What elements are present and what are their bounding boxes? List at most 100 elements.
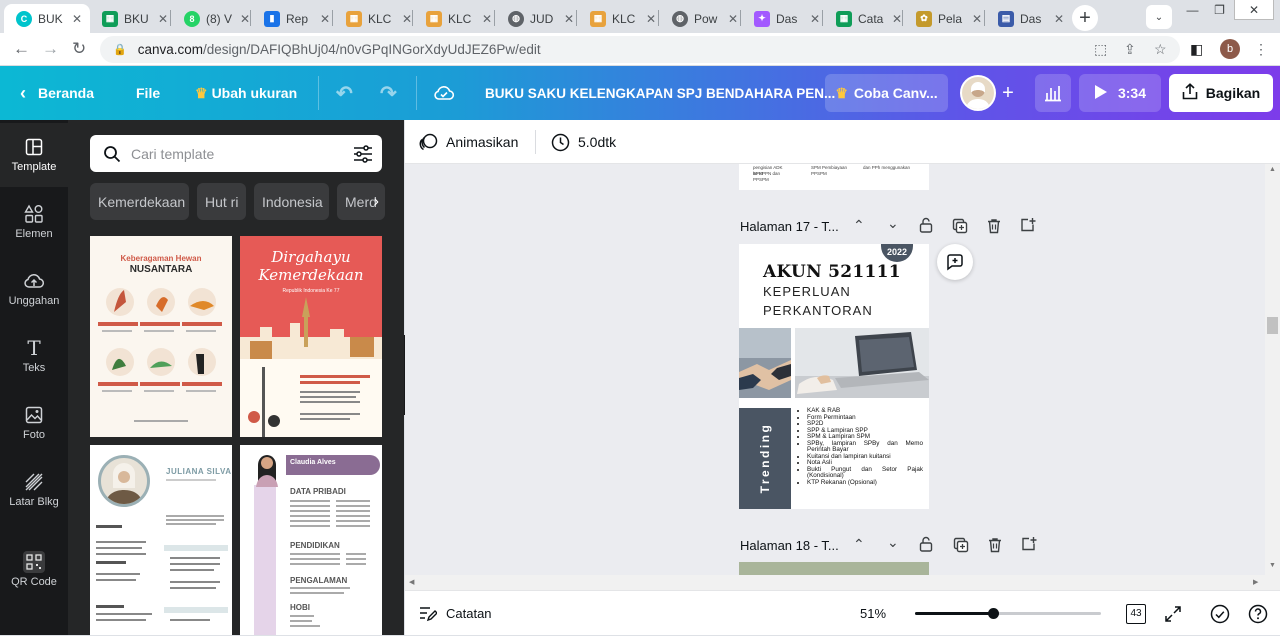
- duration-button[interactable]: 5.0dtk: [551, 120, 616, 164]
- filter-icon[interactable]: [353, 144, 373, 163]
- add-comment-button[interactable]: [937, 244, 973, 280]
- analytics-icon[interactable]: [1035, 74, 1071, 112]
- page-17[interactable]: 2022 AKUN 521111 KEPERLUAN PERKANTORAN T…: [739, 244, 929, 509]
- rail-elements[interactable]: Elemen: [0, 190, 68, 254]
- back-icon[interactable]: ←: [13, 39, 30, 59]
- lock-icon[interactable]: [919, 536, 933, 555]
- close-tab-icon[interactable]: ✕: [646, 12, 656, 26]
- maximize-button[interactable]: ❐: [1207, 0, 1232, 20]
- close-tab-icon[interactable]: ✕: [810, 12, 820, 26]
- share-button[interactable]: Bagikan: [1169, 74, 1273, 112]
- close-window-button[interactable]: ✕: [1234, 0, 1274, 20]
- scroll-right-arrow[interactable]: ▶: [1253, 578, 1258, 586]
- cloud-saved-icon[interactable]: [433, 66, 455, 120]
- present-button[interactable]: 3:34: [1079, 74, 1161, 112]
- browser-tab[interactable]: ✿ Pela ✕: [904, 4, 984, 33]
- trash-icon[interactable]: [988, 537, 1002, 556]
- file-menu-button[interactable]: File: [136, 66, 160, 120]
- scroll-left-arrow[interactable]: ◀: [409, 578, 414, 586]
- share-page-icon[interactable]: ⇪: [1124, 41, 1136, 58]
- page-17-title[interactable]: Halaman 17 - T...: [740, 212, 839, 240]
- close-tab-icon[interactable]: ✕: [1054, 12, 1064, 26]
- notes-button[interactable]: Catatan: [419, 591, 492, 636]
- fullscreen-icon[interactable]: [1164, 591, 1182, 636]
- browser-tab[interactable]: C BUK ✕: [4, 4, 90, 33]
- close-tab-icon[interactable]: ✕: [158, 12, 168, 26]
- browser-tab[interactable]: ▦ Cata ✕: [824, 4, 904, 33]
- close-tab-icon[interactable]: ✕: [240, 12, 250, 26]
- rail-text[interactable]: T Teks: [0, 324, 68, 388]
- page-18-title[interactable]: Halaman 18 - T...: [740, 531, 839, 559]
- animate-button[interactable]: Animasikan: [419, 120, 518, 164]
- previous-page[interactable]: pengisian ADK SPM ke KPPN dan PPSPM SPM …: [739, 164, 929, 190]
- forward-icon[interactable]: →: [42, 39, 59, 59]
- resize-button[interactable]: ♛ Ubah ukuran: [195, 66, 297, 120]
- scrollbar-thumb[interactable]: [1267, 317, 1278, 334]
- browser-tab[interactable]: ✦ Das ✕: [742, 4, 822, 33]
- close-tab-icon[interactable]: ✕: [72, 12, 82, 26]
- template-card[interactable]: Keberagaman Hewan NUSANTARA: [90, 236, 232, 437]
- browser-tab[interactable]: ◍ Pow ✕: [660, 4, 740, 33]
- check-circle-icon[interactable]: [1210, 591, 1230, 636]
- close-tab-icon[interactable]: ✕: [402, 12, 412, 26]
- browser-tab[interactable]: ◍ JUD ✕: [496, 4, 576, 33]
- scroll-up-arrow[interactable]: ▲: [1269, 166, 1276, 173]
- zoom-slider[interactable]: [915, 608, 1101, 619]
- home-button[interactable]: ‹ Beranda: [20, 66, 94, 120]
- zoom-value[interactable]: 51%: [860, 591, 886, 636]
- scroll-down-arrow[interactable]: ▼: [1269, 562, 1276, 569]
- close-tab-icon[interactable]: ✕: [482, 12, 492, 26]
- rail-template[interactable]: Template: [0, 123, 68, 187]
- template-card[interactable]: Claudia Alves DATA PRIBADI PENDIDIKAN PE…: [240, 445, 382, 635]
- chip-hut-ri[interactable]: Hut ri: [197, 183, 246, 220]
- chevron-up-icon[interactable]: ⌃: [853, 217, 865, 234]
- chevron-down-icon[interactable]: ⌄: [887, 215, 899, 232]
- browser-tab[interactable]: 8 (8) V ✕: [172, 4, 252, 33]
- chevron-down-icon[interactable]: ⌄: [887, 534, 899, 551]
- rail-photos[interactable]: Foto: [0, 391, 68, 455]
- chevron-right-icon[interactable]: ›: [374, 193, 379, 211]
- browser-menu-icon[interactable]: ⋮: [1254, 41, 1268, 58]
- rail-uploads[interactable]: Unggahan: [0, 257, 68, 321]
- browser-tab[interactable]: ▦ KLC ✕: [578, 4, 658, 33]
- template-search-input[interactable]: Cari template: [90, 135, 382, 172]
- add-page-icon[interactable]: [1020, 217, 1036, 236]
- horizontal-scrollbar[interactable]: ◀ ▶: [405, 575, 1265, 590]
- reload-icon[interactable]: ↻: [72, 39, 86, 59]
- add-collaborator-icon[interactable]: +: [996, 81, 1020, 105]
- chip-merdeka[interactable]: Merd ›: [337, 183, 385, 220]
- browser-tab[interactable]: ▮ Rep ✕: [252, 4, 332, 33]
- close-tab-icon[interactable]: ✕: [972, 12, 982, 26]
- duplicate-icon[interactable]: [952, 218, 968, 237]
- page-count-button[interactable]: 43: [1126, 591, 1146, 636]
- help-icon[interactable]: [1248, 591, 1268, 636]
- browser-tab[interactable]: ▤ Das ✕: [986, 4, 1066, 33]
- template-card[interactable]: Dirgahayu Kemerdekaan Republik Indonesia…: [240, 236, 382, 437]
- minimize-button[interactable]: —: [1180, 0, 1205, 20]
- side-panel-icon[interactable]: ◧: [1190, 41, 1203, 58]
- undo-icon[interactable]: ↶: [336, 66, 353, 120]
- close-tab-icon[interactable]: ✕: [320, 12, 330, 26]
- zoom-slider-handle[interactable]: [988, 608, 1000, 619]
- chevron-up-icon[interactable]: ⌃: [853, 536, 865, 553]
- browser-tab[interactable]: ▦ KLC ✕: [414, 4, 494, 33]
- user-avatar[interactable]: [960, 75, 996, 111]
- translate-icon[interactable]: ⬚: [1094, 41, 1107, 58]
- browser-tab[interactable]: ▦ BKU ✕: [90, 4, 170, 33]
- redo-icon[interactable]: ↷: [380, 66, 397, 120]
- rail-qr-code[interactable]: QR Code: [0, 538, 68, 602]
- trash-icon[interactable]: [987, 218, 1001, 237]
- close-tab-icon[interactable]: ✕: [728, 12, 738, 26]
- chip-indonesia[interactable]: Indonesia: [254, 183, 329, 220]
- profile-avatar[interactable]: b: [1220, 39, 1240, 59]
- rail-background[interactable]: Latar Blkg: [0, 458, 68, 522]
- browser-tab[interactable]: ▦ KLC ✕: [334, 4, 414, 33]
- lock-icon[interactable]: [919, 217, 933, 236]
- add-page-icon[interactable]: [1021, 536, 1037, 555]
- omnibox[interactable]: 🔒 canva.com/design/DAFIQBhUj04/n0vGPqING…: [100, 36, 1180, 63]
- chip-kemerdekaan[interactable]: Kemerdekaan: [90, 183, 189, 220]
- close-tab-icon[interactable]: ✕: [564, 12, 574, 26]
- design-title[interactable]: BUKU SAKU KELENGKAPAN SPJ BENDAHARA PEN.…: [485, 66, 835, 120]
- try-canva-pro-button[interactable]: ♛ Coba Canv...: [825, 74, 948, 112]
- vertical-scrollbar[interactable]: ▲ ▼: [1265, 164, 1280, 590]
